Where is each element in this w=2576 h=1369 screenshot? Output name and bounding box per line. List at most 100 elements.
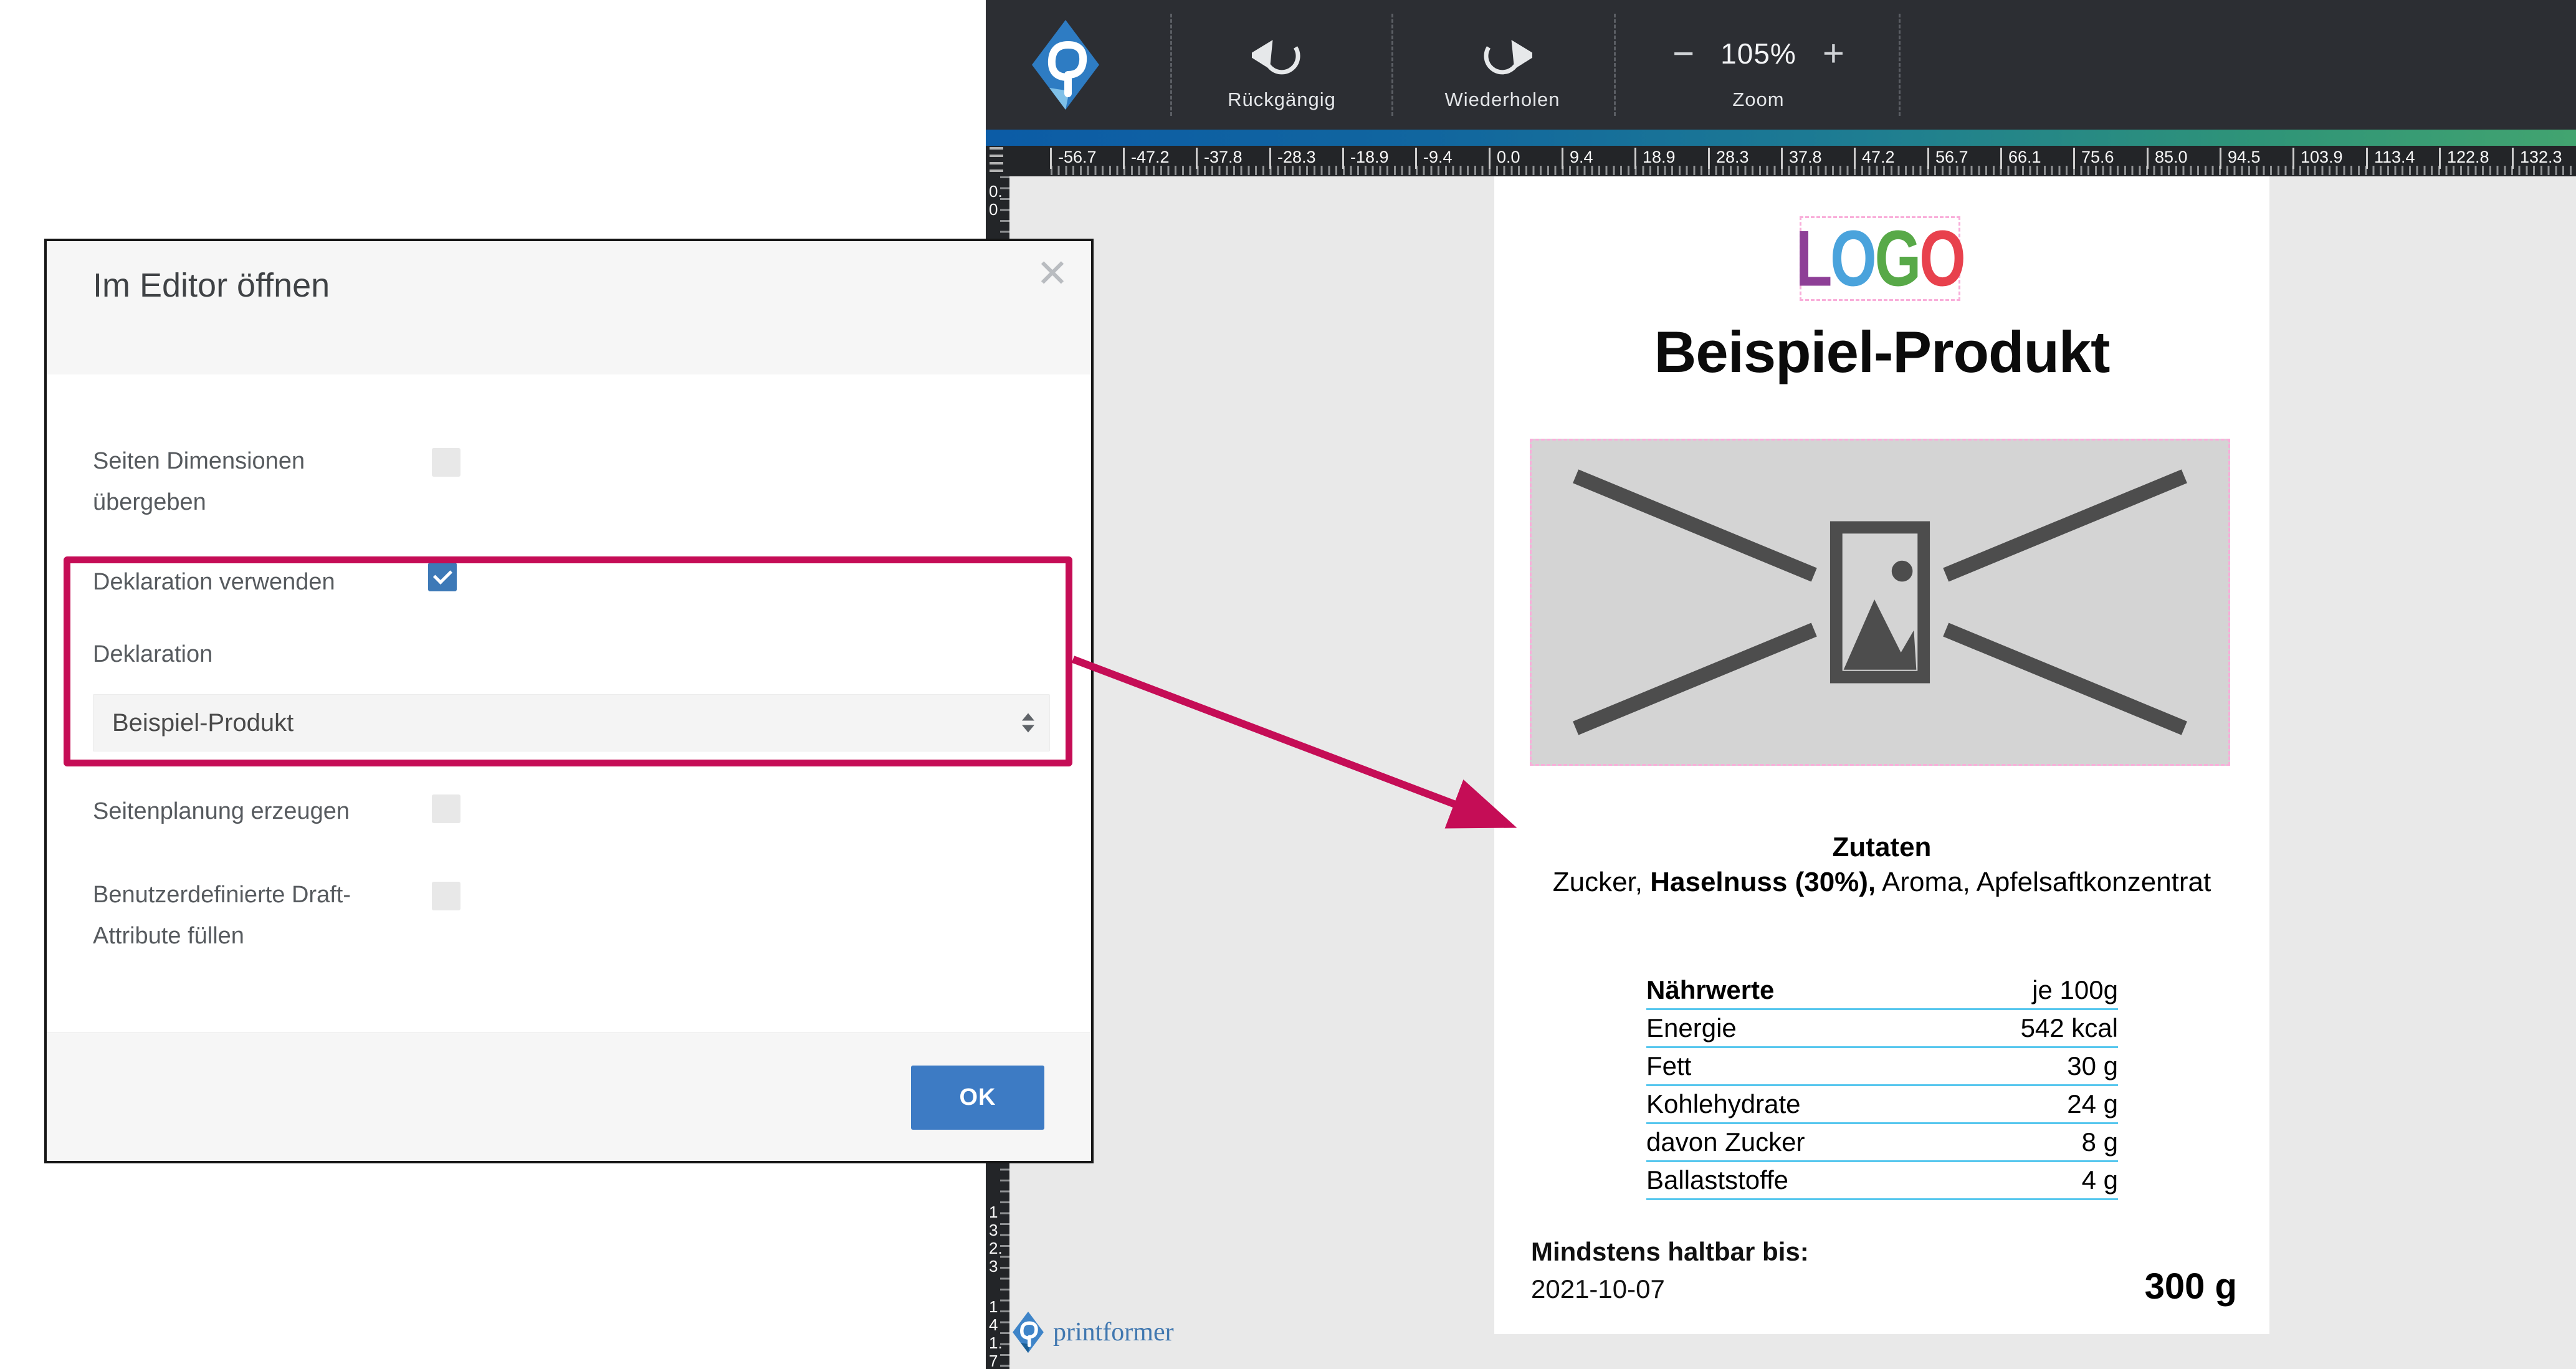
logo-letter: O xyxy=(1830,214,1877,303)
toolbar-separator xyxy=(1899,14,1901,116)
printformer-logo-icon[interactable] xyxy=(1031,17,1100,112)
ruler-label: -56.7 xyxy=(1050,148,1097,169)
ruler-label: 113.4 xyxy=(2366,148,2415,169)
select-value: Beispiel-Produkt xyxy=(112,708,294,737)
best-before-label: Mindstens haltbar bis: xyxy=(1531,1237,1809,1266)
document-page: L O G O Beispiel-Produkt Zutaten Zucker,… xyxy=(1494,176,2269,1334)
image-placeholder-frame[interactable] xyxy=(1530,439,2230,766)
ruler-label: 0.0 xyxy=(1489,148,1520,169)
ingredients-heading: Zutaten xyxy=(1832,832,1932,862)
zoom-in-button[interactable]: + xyxy=(1823,35,1844,72)
field-label-seiten-dimensionen: Seiten Dimensionen übergeben xyxy=(93,441,305,523)
label-line: Benutzerdefinierte Draft- xyxy=(93,882,351,908)
nutrition-label: Fett xyxy=(1646,1051,1692,1080)
label-line: Seiten Dimensionen xyxy=(93,448,305,474)
nutrition-table: Nährwerte je 100g Energie 542 kcal Fett … xyxy=(1646,972,2118,1200)
ruler-label: -28.3 xyxy=(1269,148,1316,169)
dialog-header xyxy=(47,241,1091,374)
accent-gradient-bar xyxy=(986,130,2576,146)
ruler-label: 122.8 xyxy=(2439,148,2489,169)
nutrition-label: Nährwerte xyxy=(1646,975,1775,1004)
ruler-label: -18.9 xyxy=(1342,148,1389,169)
select-arrows-icon xyxy=(1022,713,1034,733)
checkbox-seiten-dimensionen[interactable] xyxy=(432,448,460,477)
nutrition-value: 4 g xyxy=(2081,1165,2118,1195)
logo-text: L O G O xyxy=(1796,214,1966,303)
redo-icon xyxy=(1484,40,1532,75)
nutrition-label: davon Zucker xyxy=(1646,1127,1805,1157)
nutrition-label: Energie xyxy=(1646,1013,1737,1042)
table-row: Nährwerte je 100g xyxy=(1646,972,2118,1010)
logo-image-frame[interactable]: L O G O xyxy=(1796,216,1966,301)
toolbar-separator xyxy=(1614,14,1616,116)
dialog-title: Im Editor öffnen xyxy=(93,267,330,304)
printformer-footer-logo: printformer xyxy=(1012,1310,1174,1354)
editor-toolbar: Rückgängig Wiederholen − 105% + Zoom xyxy=(986,0,2576,130)
undo-icon xyxy=(1252,40,1300,75)
best-before-date: 2021-10-07 xyxy=(1531,1274,1665,1304)
label-line: übergeben xyxy=(93,489,206,515)
ruler-label: 94.5 xyxy=(2220,148,2261,169)
ruler-label: 47.2 xyxy=(1854,148,1895,169)
ruler-label: 56.7 xyxy=(1927,148,1968,169)
field-label-draft-attribute: Benutzerdefinierte Draft- Attribute füll… xyxy=(93,874,351,956)
ruler-label: 28.3 xyxy=(1708,148,1749,169)
ruler-label: -37.8 xyxy=(1196,148,1243,169)
table-row: Fett 30 g xyxy=(1646,1048,2118,1086)
undo-label: Rückgängig xyxy=(1228,88,1336,110)
editor-canvas[interactable]: L O G O Beispiel-Produkt Zutaten Zucker,… xyxy=(1009,176,2576,1369)
ruler-label: 0.0 xyxy=(989,182,1003,219)
undo-button[interactable]: Rückgängig xyxy=(1198,24,1366,111)
field-label-deklaration-verwenden: Deklaration verwenden xyxy=(93,569,335,595)
open-in-editor-dialog: Im Editor öffnen ✕ Seiten Dimensionen üb… xyxy=(44,239,1094,1163)
redo-button[interactable]: Wiederholen xyxy=(1418,24,1586,111)
nutrition-value: 24 g xyxy=(2067,1089,2118,1119)
checkbox-seitenplanung[interactable] xyxy=(432,794,460,823)
nutrition-value: je 100g xyxy=(2032,975,2118,1004)
ingredients-text: Zucker, Haselnuss (30%), Aroma, Apfelsaf… xyxy=(1494,867,2269,898)
toolbar-separator xyxy=(1391,14,1393,116)
screen: Rückgängig Wiederholen − 105% + Zoom -56… xyxy=(0,0,2576,1369)
printformer-logo-icon xyxy=(1013,1311,1044,1353)
product-title: Beispiel-Produkt xyxy=(1654,319,2111,384)
ruler-ticks xyxy=(1051,166,2576,175)
zoom-out-button[interactable]: − xyxy=(1672,35,1694,72)
ruler-label: 132.3 xyxy=(989,1203,1003,1276)
ruler-label: 103.9 xyxy=(2292,148,2343,169)
net-weight: 300 g xyxy=(2144,1266,2237,1307)
ruler-label: -47.2 xyxy=(1123,148,1170,169)
ruler-label: 18.9 xyxy=(1634,148,1676,169)
redo-label: Wiederholen xyxy=(1444,88,1560,110)
ingredients-bold: Haselnuss (30%), xyxy=(1650,867,1876,897)
ruler-label: 9.4 xyxy=(1562,148,1593,169)
printformer-wordmark: printformer xyxy=(1053,1318,1174,1347)
table-row: Ballaststoffe 4 g xyxy=(1646,1162,2118,1200)
editor-region: Rückgängig Wiederholen − 105% + Zoom -56… xyxy=(986,0,2576,1369)
logo-letter: O xyxy=(1919,214,1966,303)
zoom-value: 105% xyxy=(1720,37,1796,70)
label-line: Attribute füllen xyxy=(93,923,244,949)
ruler-label: 85.0 xyxy=(2147,148,2188,169)
checkbox-draft-attribute[interactable] xyxy=(432,882,460,910)
ingredients-post: Aroma, Apfelsaftkonzentrat xyxy=(1876,867,2211,897)
nutrition-value: 30 g xyxy=(2067,1051,2118,1080)
close-icon[interactable]: ✕ xyxy=(1036,255,1069,293)
toolbar-separator xyxy=(1170,14,1172,116)
deklaration-select[interactable]: Beispiel-Produkt xyxy=(93,694,1050,751)
ruler-label: 141.7 xyxy=(989,1297,1003,1369)
ruler-label: -9.4 xyxy=(1415,148,1453,169)
table-row: Kohlehydrate 24 g xyxy=(1646,1086,2118,1124)
zoom-control: − 105% + Zoom xyxy=(1634,24,1883,111)
ruler-corner xyxy=(986,146,1009,176)
field-label-seitenplanung: Seitenplanung erzeugen xyxy=(93,798,350,824)
select-label-deklaration: Deklaration xyxy=(93,641,213,667)
table-row: davon Zucker 8 g xyxy=(1646,1124,2118,1162)
nutrition-label: Ballaststoffe xyxy=(1646,1165,1789,1195)
checkbox-deklaration-verwenden[interactable] xyxy=(428,563,457,591)
table-row: Energie 542 kcal xyxy=(1646,1010,2118,1048)
zoom-label: Zoom xyxy=(1732,88,1785,110)
ok-button[interactable]: OK xyxy=(911,1066,1044,1130)
logo-letter: L xyxy=(1796,214,1833,303)
horizontal-ruler: -56.7 -47.2 -37.8 -28.3 -18.9 -9.4 0.0 9… xyxy=(986,146,2576,176)
ruler-label: 75.6 xyxy=(2073,148,2114,169)
